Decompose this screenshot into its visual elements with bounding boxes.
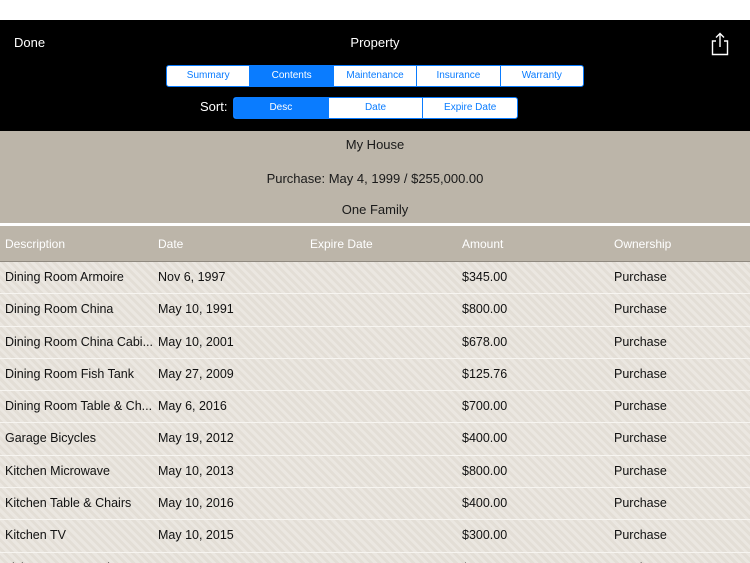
sort-option-desc[interactable]: Desc: [234, 98, 328, 118]
cell-description: Kitchen Microwave: [5, 463, 110, 478]
table-row[interactable]: Kitchen TV May 10, 2015 $300.00 Purchase: [0, 520, 750, 553]
cell-description: Dining Room Table & Ch...: [5, 399, 153, 414]
tab-contents[interactable]: Contents: [249, 66, 333, 86]
column-header-amount[interactable]: Amount: [462, 237, 503, 251]
tab-insurance[interactable]: Insurance: [416, 66, 499, 86]
share-icon-graphic: [711, 32, 729, 56]
cell-date: May 10, 2013: [158, 463, 234, 478]
cell-amount: $400.00: [462, 496, 508, 511]
cell-date: May 27, 2009: [158, 366, 234, 381]
sort-control: Desc Date Expire Date: [233, 97, 518, 119]
property-name: My House: [345, 137, 405, 152]
column-header-ownership[interactable]: Ownership: [614, 237, 671, 251]
cell-date: May 10, 2015: [158, 528, 234, 543]
table-row[interactable]: Dining Room Armoire Nov 6, 1997 $345.00 Pur…: [0, 262, 750, 295]
table-row[interactable]: Garage Bicycles May 19, 2012 $400.00 Purcha…: [0, 423, 750, 456]
column-header-date[interactable]: Date: [158, 237, 183, 251]
cell-date: May 10, 1991: [158, 302, 234, 317]
cell-description: Garage Bicycles: [5, 431, 97, 446]
cell-amount: $400.00: [462, 431, 508, 446]
table-row[interactable]: Living Room ArmoireMay 27, 1999$234.00Pu…: [0, 553, 750, 563]
table-row[interactable]: Kitchen Table & Chairs May 10, 2016 $400.0…: [0, 488, 750, 521]
cell-description: Dining Room China: [5, 302, 114, 317]
cell-amount: $300.00: [462, 528, 508, 543]
cell-amount: $678.00: [462, 334, 508, 349]
cell-description: Dining Room Fish Tank: [5, 366, 134, 381]
cell-amount: $800.00: [462, 463, 508, 478]
cell-amount: $125.76: [462, 366, 508, 381]
tab-warranty[interactable]: Warranty: [499, 66, 583, 86]
cell-ownership: Purchase: [614, 302, 667, 317]
share-icon[interactable]: [709, 32, 731, 56]
column-header-expire-date[interactable]: Expire Date: [310, 237, 373, 251]
tab-summary[interactable]: Summary: [167, 66, 249, 86]
status-bar-area: [0, 0, 750, 20]
cell-date: May 10, 2016: [158, 496, 234, 511]
property-purchase: Purchase: May 4, 1999 / $255,000.00: [266, 171, 484, 186]
property-info-panel: My House Purchase: May 4, 1999 / $255,00…: [0, 131, 750, 223]
cell-description: Dining Room Armoire: [5, 270, 124, 284]
property-type: One Family: [341, 202, 409, 217]
sort-option-date[interactable]: Date: [327, 98, 423, 118]
table-row[interactable]: Dining Room Table & Ch... May 6, 2016 $700…: [0, 391, 750, 424]
table-row[interactable]: Dining Room Fish Tank May 27, 2009 $125.76…: [0, 359, 750, 392]
sort-option-expire-date[interactable]: Expire Date: [422, 98, 517, 118]
cell-ownership: Purchase: [614, 496, 667, 511]
sort-label: Sort:: [200, 99, 228, 114]
cell-description: Kitchen Table & Chairs: [5, 496, 132, 511]
cell-ownership: Purchase: [614, 270, 667, 284]
contents-table[interactable]: Dining Room Armoire Nov 6, 1997 $345.00 Pur…: [0, 262, 750, 563]
cell-ownership: Purchase: [614, 463, 667, 478]
table-row[interactable]: Kitchen Microwave May 10, 2013 $800.00 Purc…: [0, 456, 750, 489]
table-row[interactable]: Dining Room China May 10, 1991 $800.00 Purc…: [0, 294, 750, 327]
cell-description: Dining Room China Cabi...: [5, 334, 153, 349]
cell-amount: $700.00: [462, 399, 508, 414]
cell-ownership: Purchase: [614, 334, 667, 349]
page-title: Property: [350, 35, 400, 50]
section-tabs: Summary Contents Maintenance Insurance W…: [166, 65, 584, 87]
cell-date: May 6, 2016: [158, 399, 227, 414]
cell-ownership: Purchase: [614, 528, 667, 543]
cell-date: May 10, 2001: [158, 334, 234, 349]
cell-ownership: Purchase: [614, 431, 667, 446]
cell-date: May 19, 2012: [158, 431, 234, 446]
table-row[interactable]: Dining Room China Cabi... May 10, 2001 $67…: [0, 327, 750, 359]
cell-ownership: Purchase: [614, 399, 667, 414]
cell-amount: $800.00: [462, 302, 508, 317]
nav-bar: Done Property Summary Contents Maintenan…: [0, 20, 750, 131]
tab-maintenance[interactable]: Maintenance: [332, 66, 416, 86]
cell-date: Nov 6, 1997: [158, 270, 226, 284]
cell-description: Kitchen TV: [5, 528, 66, 543]
cell-amount: $345.00: [462, 270, 508, 284]
cell-ownership: Purchase: [614, 366, 667, 381]
column-header-description[interactable]: Description: [5, 237, 65, 251]
table-header: Description Date Expire Date Amount Owne…: [0, 226, 750, 262]
